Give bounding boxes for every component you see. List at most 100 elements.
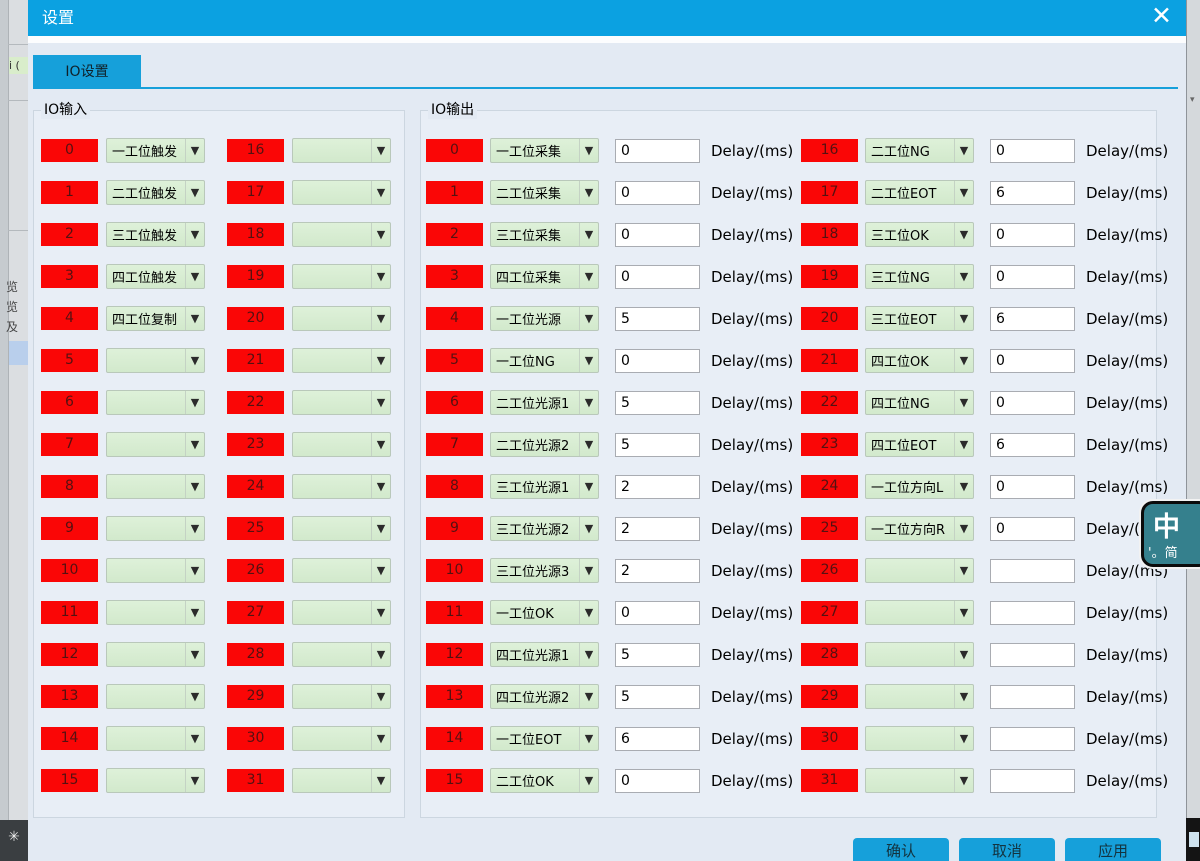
io-function-dropdown[interactable]: 二工位触发 ▼ — [106, 180, 205, 205]
io-function-dropdown[interactable]: ▼ — [865, 726, 974, 751]
delay-input[interactable] — [990, 223, 1075, 247]
io-function-dropdown[interactable]: 四工位光源1 ▼ — [490, 642, 599, 667]
io-function-dropdown[interactable]: ▼ — [106, 558, 205, 583]
delay-input[interactable] — [990, 181, 1075, 205]
delay-input[interactable] — [615, 517, 700, 541]
delay-input[interactable] — [615, 601, 700, 625]
io-function-dropdown[interactable]: 一工位方向R ▼ — [865, 516, 974, 541]
delay-input[interactable] — [990, 349, 1075, 373]
ime-indicator[interactable]: 中 '。简 — [1141, 501, 1200, 567]
io-function-dropdown[interactable]: 二工位OK ▼ — [490, 768, 599, 793]
io-function-dropdown[interactable]: ▼ — [292, 348, 391, 373]
io-function-dropdown[interactable]: ▼ — [292, 222, 391, 247]
io-function-dropdown[interactable]: ▼ — [292, 180, 391, 205]
io-function-dropdown[interactable]: ▼ — [106, 684, 205, 709]
io-function-dropdown[interactable]: ▼ — [292, 558, 391, 583]
delay-input[interactable] — [615, 265, 700, 289]
io-function-dropdown[interactable]: 四工位复制 ▼ — [106, 306, 205, 331]
delay-input[interactable] — [615, 475, 700, 499]
io-function-dropdown[interactable]: 三工位光源2 ▼ — [490, 516, 599, 541]
io-function-dropdown[interactable]: ▼ — [106, 642, 205, 667]
io-function-dropdown[interactable]: 三工位光源3 ▼ — [490, 558, 599, 583]
delay-input[interactable] — [615, 223, 700, 247]
io-function-dropdown[interactable]: 三工位触发 ▼ — [106, 222, 205, 247]
io-function-dropdown[interactable]: ▼ — [865, 642, 974, 667]
io-function-dropdown[interactable]: ▼ — [292, 264, 391, 289]
io-function-dropdown[interactable]: 四工位触发 ▼ — [106, 264, 205, 289]
io-function-dropdown[interactable]: ▼ — [106, 474, 205, 499]
delay-input[interactable] — [990, 391, 1075, 415]
delay-input[interactable] — [990, 433, 1075, 457]
io-function-dropdown[interactable]: 三工位EOT ▼ — [865, 306, 974, 331]
confirm-button[interactable]: 确认 — [853, 838, 949, 861]
io-function-dropdown[interactable]: 四工位采集 ▼ — [490, 264, 599, 289]
io-function-dropdown[interactable]: ▼ — [292, 138, 391, 163]
io-function-dropdown[interactable]: ▼ — [106, 516, 205, 541]
io-function-dropdown[interactable]: 一工位OK ▼ — [490, 600, 599, 625]
delay-input[interactable] — [615, 433, 700, 457]
close-icon[interactable]: ✕ — [1151, 1, 1172, 30]
io-function-dropdown[interactable]: ▼ — [292, 600, 391, 625]
cancel-button[interactable]: 取消 — [959, 838, 1055, 861]
io-function-dropdown[interactable]: 三工位NG ▼ — [865, 264, 974, 289]
io-function-dropdown[interactable]: 二工位EOT ▼ — [865, 180, 974, 205]
io-function-dropdown[interactable]: 四工位EOT ▼ — [865, 432, 974, 457]
delay-input[interactable] — [615, 181, 700, 205]
io-function-dropdown[interactable]: 二工位NG ▼ — [865, 138, 974, 163]
delay-input[interactable] — [615, 139, 700, 163]
io-function-dropdown[interactable]: ▼ — [292, 642, 391, 667]
io-function-dropdown[interactable]: ▼ — [106, 600, 205, 625]
delay-input[interactable] — [990, 601, 1075, 625]
io-function-dropdown[interactable]: 四工位光源2 ▼ — [490, 684, 599, 709]
io-function-dropdown[interactable]: 三工位OK ▼ — [865, 222, 974, 247]
io-function-dropdown[interactable]: 一工位NG ▼ — [490, 348, 599, 373]
delay-input[interactable] — [990, 265, 1075, 289]
delay-input[interactable] — [615, 643, 700, 667]
delay-input[interactable] — [990, 517, 1075, 541]
delay-input[interactable] — [615, 727, 700, 751]
delay-input[interactable] — [990, 307, 1075, 331]
io-function-dropdown[interactable]: 一工位方向L ▼ — [865, 474, 974, 499]
io-function-dropdown[interactable]: 三工位光源1 ▼ — [490, 474, 599, 499]
delay-input[interactable] — [990, 475, 1075, 499]
delay-input[interactable] — [990, 769, 1075, 793]
delay-input[interactable] — [990, 685, 1075, 709]
io-function-dropdown[interactable]: ▼ — [292, 390, 391, 415]
io-function-dropdown[interactable]: 四工位OK ▼ — [865, 348, 974, 373]
io-function-dropdown[interactable]: ▼ — [865, 558, 974, 583]
io-function-dropdown[interactable]: 一工位采集 ▼ — [490, 138, 599, 163]
delay-input[interactable] — [990, 727, 1075, 751]
delay-input[interactable] — [990, 643, 1075, 667]
io-function-dropdown[interactable]: ▼ — [865, 768, 974, 793]
io-function-dropdown[interactable]: 二工位光源1 ▼ — [490, 390, 599, 415]
delay-input[interactable] — [615, 769, 700, 793]
apply-button[interactable]: 应用 — [1065, 838, 1161, 861]
io-function-dropdown[interactable]: ▼ — [292, 306, 391, 331]
delay-input[interactable] — [615, 307, 700, 331]
io-function-dropdown[interactable]: ▼ — [106, 348, 205, 373]
io-function-dropdown[interactable]: ▼ — [106, 768, 205, 793]
io-function-dropdown[interactable]: ▼ — [106, 432, 205, 457]
io-function-dropdown[interactable]: 一工位触发 ▼ — [106, 138, 205, 163]
io-function-dropdown[interactable]: ▼ — [865, 684, 974, 709]
io-function-dropdown[interactable]: 三工位采集 ▼ — [490, 222, 599, 247]
tab-io-settings[interactable]: IO设置 — [33, 55, 141, 89]
delay-input[interactable] — [615, 349, 700, 373]
delay-input[interactable] — [990, 139, 1075, 163]
delay-input[interactable] — [990, 559, 1075, 583]
io-function-dropdown[interactable]: ▼ — [292, 726, 391, 751]
io-function-dropdown[interactable]: ▼ — [292, 768, 391, 793]
io-function-dropdown[interactable]: ▼ — [292, 516, 391, 541]
io-function-dropdown[interactable]: ▼ — [292, 474, 391, 499]
io-function-dropdown[interactable]: ▼ — [865, 600, 974, 625]
delay-input[interactable] — [615, 685, 700, 709]
io-function-dropdown[interactable]: 二工位采集 ▼ — [490, 180, 599, 205]
io-function-dropdown[interactable]: ▼ — [292, 432, 391, 457]
delay-input[interactable] — [615, 559, 700, 583]
dialog-titlebar[interactable]: 设置 ✕ — [28, 0, 1186, 36]
io-function-dropdown[interactable]: 一工位EOT ▼ — [490, 726, 599, 751]
delay-input[interactable] — [615, 391, 700, 415]
io-function-dropdown[interactable]: ▼ — [106, 390, 205, 415]
io-function-dropdown[interactable]: 一工位光源 ▼ — [490, 306, 599, 331]
io-function-dropdown[interactable]: 四工位NG ▼ — [865, 390, 974, 415]
